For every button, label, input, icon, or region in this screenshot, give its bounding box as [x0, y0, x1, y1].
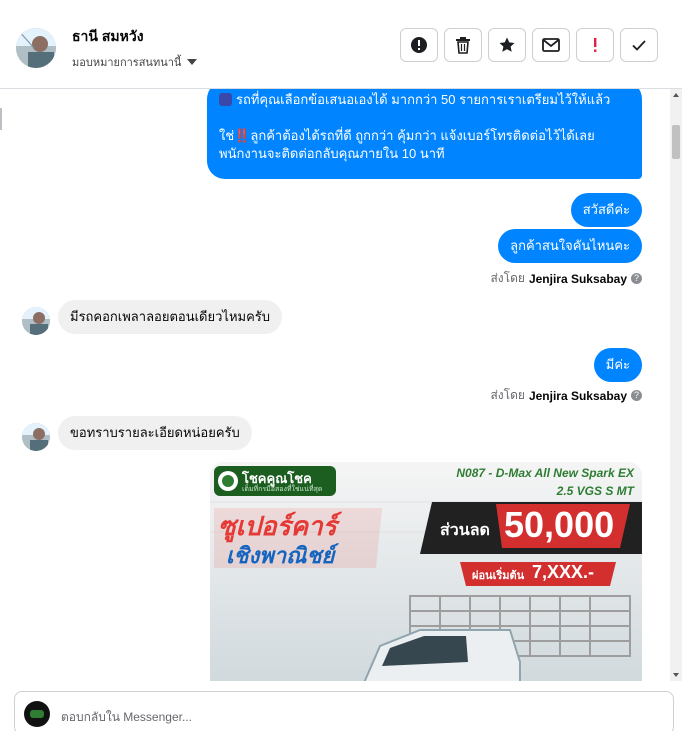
- mark-important-button[interactable]: [576, 28, 614, 62]
- report-button[interactable]: [400, 28, 438, 62]
- action-toolbar: [400, 28, 658, 62]
- left-edge-marker: [0, 108, 2, 130]
- thread-scrollbar[interactable]: [670, 89, 682, 681]
- reply-input[interactable]: ตอบกลับใน Messenger...: [14, 691, 674, 731]
- caret-down-icon: [187, 59, 198, 65]
- sent-by-prefix: ส่งโดย: [490, 388, 525, 402]
- contact-name: ธานี สมหวัง: [72, 28, 144, 44]
- outgoing-message: สวัสดีค่ะ: [570, 193, 642, 227]
- mark-done-button[interactable]: [620, 28, 658, 62]
- promo-model: N087 - D-Max All New Spark EX: [456, 466, 634, 480]
- message-text: รถที่คุณเลือกข้อเสนอเองได้ มากกว่า 50 รา…: [236, 92, 611, 107]
- assign-conversation-dropdown[interactable]: มอบหมายการสนทนานี้: [72, 53, 198, 71]
- message-text: สวัสดีค่ะ: [582, 202, 630, 217]
- sender-name[interactable]: Jenjira Suksabay: [529, 272, 627, 286]
- promo-spec: 2.5 VGS S MT: [556, 484, 634, 498]
- outgoing-message: ลูกค้าสนใจคันไหนคะ: [498, 229, 642, 263]
- important-icon: [594, 38, 597, 52]
- message-text: ขอทราบรายละเอียดหน่อยครับ: [70, 425, 240, 440]
- scroll-thumb[interactable]: [672, 125, 680, 159]
- promo-discount-label: ส่วนลด: [440, 522, 490, 539]
- sender-name[interactable]: Jenjira Suksabay: [529, 389, 627, 403]
- mail-icon: [542, 38, 560, 52]
- sent-by-prefix: ส่งโดย: [490, 271, 525, 285]
- assign-label: มอบหมายการสนทนานี้: [72, 57, 182, 69]
- composer-area: ตอบกลับใน Messenger...: [0, 681, 682, 731]
- incoming-message: ขอทราบรายละเอียดหน่อยครับ: [58, 416, 252, 450]
- reply-placeholder: ตอบกลับใน Messenger...: [61, 710, 192, 724]
- message-text: มีรถคอกเพลาลอยตอนเดียวไหมครับ: [70, 309, 271, 324]
- contact-avatar-small[interactable]: [22, 307, 50, 335]
- message-text: ใช่‼️ลูกค้าต้องได้รถที่ดี ถูกกว่า คุ้มกว…: [219, 128, 595, 143]
- help-icon[interactable]: ?: [631, 390, 642, 401]
- trash-icon: [456, 37, 470, 54]
- message-text: ลูกค้าสนใจคันไหนคะ: [510, 238, 630, 253]
- promo-headline: เชิงพาณิชย์: [226, 543, 335, 568]
- car-emoji-icon: [219, 93, 232, 106]
- contact-avatar-small[interactable]: [22, 423, 50, 451]
- report-icon: [411, 37, 427, 53]
- page-avatar: [24, 701, 50, 727]
- promo-brand-sub: เต็มที่กรมือสองที่ใช่แน่ที่สุด: [242, 486, 323, 493]
- check-icon: [632, 40, 646, 51]
- star-icon: [499, 37, 515, 52]
- message-thread[interactable]: รถที่คุณเลือกข้อเสนอเองได้ มากกว่า 50 รา…: [0, 89, 682, 681]
- outgoing-message: มีค่ะ: [593, 348, 642, 382]
- mark-unread-button[interactable]: [532, 28, 570, 62]
- message-text: พนักงานจะติดต่อกลับคุณภายใน 10 นาที: [219, 146, 445, 161]
- star-button[interactable]: [488, 28, 526, 62]
- promo-installment-label: ผ่อนเริ่มต้น: [472, 570, 525, 582]
- scroll-up-arrow-icon[interactable]: [673, 93, 679, 97]
- contact-avatar[interactable]: [16, 28, 56, 68]
- incoming-message: มีรถคอกเพลาลอยตอนเดียวไหมครับ: [58, 300, 283, 334]
- sent-by-label: ส่งโดย Jenjira Suksabay ?: [490, 386, 642, 405]
- sent-by-label: ส่งโดย Jenjira Suksabay ?: [490, 269, 642, 288]
- help-icon[interactable]: ?: [631, 273, 642, 284]
- promo-image-attachment[interactable]: โชคคูณโชค เต็มที่กรมือสองที่ใช่แน่ที่สุด…: [210, 462, 642, 681]
- delete-button[interactable]: [444, 28, 482, 62]
- outgoing-message: รถที่คุณเลือกข้อเสนอเองได้ มากกว่า 50 รา…: [207, 89, 642, 179]
- message-text: มีค่ะ: [605, 357, 630, 372]
- promo-discount-value: 50,000: [504, 504, 615, 545]
- promo-installment-value: 7,XXX.-: [532, 562, 595, 582]
- conversation-header: ธานี สมหวัง มอบหมายการสนทนานี้: [0, 0, 682, 89]
- scroll-down-arrow-icon[interactable]: [673, 673, 679, 677]
